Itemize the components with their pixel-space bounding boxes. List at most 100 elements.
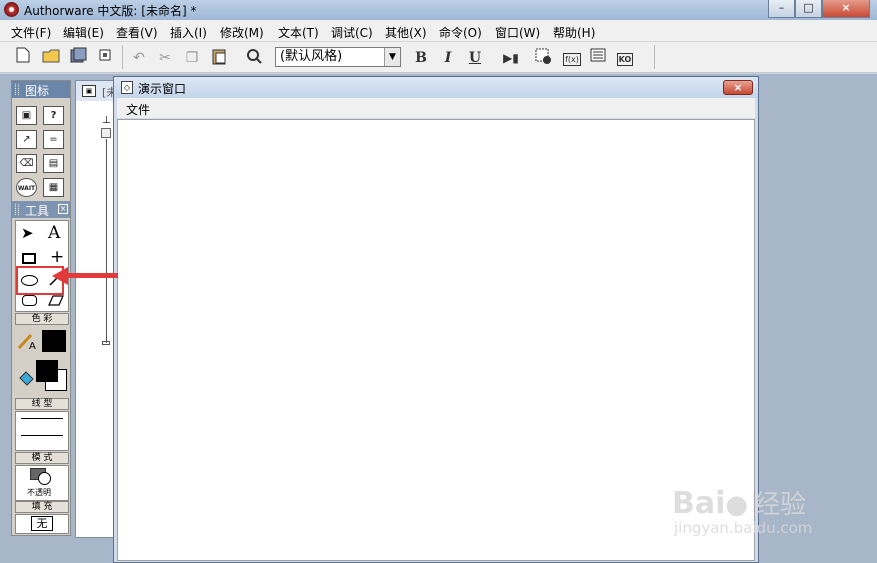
icon-palette-header[interactable]: 图标 <box>12 81 70 98</box>
fill-value: 无 <box>31 516 53 531</box>
open-folder-icon[interactable] <box>40 47 62 69</box>
text-style-select[interactable]: (默认风格) ▼ <box>275 47 401 67</box>
line-style-thin[interactable] <box>21 418 63 419</box>
fill-bucket-icon[interactable] <box>17 370 35 391</box>
annotation-arrow-icon <box>52 267 118 285</box>
mode-value: 不透明 <box>27 488 51 497</box>
pencil-color-icon[interactable]: A <box>17 332 37 353</box>
menu-bar: 文件(F) 编辑(E) 查看(V) 插入(I) 修改(M) 文本(T) 调试(C… <box>0 20 877 42</box>
text-tool-button[interactable]: A <box>48 224 66 242</box>
pointer-tool-icon[interactable]: ➤ <box>21 224 39 242</box>
menu-debug[interactable]: 调试(C) <box>331 24 373 41</box>
menu-command[interactable]: 命令(O) <box>439 24 482 41</box>
text-style-value: (默认风格) <box>280 49 343 64</box>
menu-help[interactable]: 帮助(H) <box>553 24 595 41</box>
presentation-window-title: 演示窗口 <box>138 82 187 96</box>
wait-icon-label: WAIT <box>17 185 36 192</box>
presentation-menu-bar: 文件 <box>117 98 755 118</box>
mode-section-label: 模 式 <box>15 452 69 464</box>
foreground-color-swatch[interactable] <box>36 360 58 382</box>
color-section-label: 色 彩 <box>15 313 69 325</box>
chevron-down-icon[interactable]: ▼ <box>384 48 400 66</box>
watermark-brand-suffix: 经验 <box>754 490 807 520</box>
line-style-medium[interactable] <box>21 435 63 436</box>
tools-palette-title: 工具 <box>25 204 50 218</box>
functions-icon[interactable]: f(x) <box>561 47 583 69</box>
control-panel-icon[interactable] <box>533 47 555 69</box>
erase-icon[interactable]: ⌫ <box>16 154 37 173</box>
app-title: Authorware 中文版: [未命名] * <box>24 4 197 18</box>
polygon-tool-icon[interactable] <box>48 294 64 309</box>
underline-button[interactable]: U <box>464 47 486 69</box>
presentation-close-button[interactable]: × <box>723 80 753 95</box>
movie-icon[interactable]: ▦ <box>43 178 64 197</box>
run-icon[interactable]: ▶▮ <box>500 47 522 69</box>
motion-icon[interactable]: ↗ <box>16 130 37 149</box>
italic-button[interactable]: I <box>437 47 459 69</box>
flowline-icon-marker <box>101 128 111 138</box>
menu-text[interactable]: 文本(T) <box>278 24 319 41</box>
presentation-window-icon: ◇ <box>121 81 133 94</box>
paw-icon: ● <box>725 490 749 520</box>
display-icon[interactable]: ▣ <box>16 106 37 125</box>
mode-panel[interactable]: 不透明 <box>15 465 69 501</box>
presentation-menu-file[interactable]: 文件 <box>126 101 150 118</box>
cut-icon[interactable]: ✂ <box>154 47 176 69</box>
menu-insert[interactable]: 插入(I) <box>170 24 207 41</box>
wait-icon[interactable]: WAIT <box>16 178 37 197</box>
variables-icon[interactable] <box>587 47 609 69</box>
app-logo-icon <box>4 2 19 17</box>
watermark-url: jingyan.baidu.com <box>674 519 813 537</box>
fill-section-label: 填 充 <box>15 501 69 513</box>
toolbar: ↶ ✂ ❐ (默认风格) ▼ B I U ▶▮ f(x) KO <box>0 42 877 73</box>
maximize-button[interactable]: □ <box>795 0 822 18</box>
design-window-title-bar[interactable]: ▣ [未 <box>76 81 118 101</box>
menu-modify[interactable]: 修改(M) <box>220 24 264 41</box>
map-icon[interactable]: ▤ <box>43 154 64 173</box>
undo-icon[interactable]: ↶ <box>128 47 150 69</box>
minimize-button[interactable]: – <box>768 0 795 18</box>
line-style-panel[interactable] <box>15 411 69 451</box>
flowline-end-marker <box>102 341 110 345</box>
baidu-watermark: Bai● 经验 jingyan.baidu.com <box>672 484 812 537</box>
svg-text:A: A <box>29 341 36 350</box>
menu-window[interactable]: 窗口(W) <box>495 24 540 41</box>
menu-other[interactable]: 其他(X) <box>385 24 427 41</box>
save-all-icon[interactable] <box>68 47 90 69</box>
tools-palette-close-icon[interactable]: × <box>58 204 68 214</box>
flowline[interactable] <box>106 139 107 343</box>
paste-icon[interactable] <box>208 47 230 69</box>
knowledge-objects-icon[interactable]: KO <box>614 47 636 69</box>
copy-icon[interactable]: ❐ <box>181 47 203 69</box>
new-file-icon[interactable] <box>12 47 34 69</box>
line-style-section-label: 线 型 <box>15 398 69 410</box>
icon-palette-title: 图标 <box>25 84 50 98</box>
flowline-start-marker: ⊥ <box>102 115 111 126</box>
tools-palette-header[interactable]: 工具 × <box>12 201 70 218</box>
find-icon[interactable] <box>243 47 265 69</box>
app-title-bar[interactable]: Authorware 中文版: [未命名] * – □ × <box>0 0 877 20</box>
close-button[interactable]: × <box>822 0 870 18</box>
line-color-swatch[interactable] <box>42 330 66 352</box>
presentation-canvas[interactable] <box>117 119 755 561</box>
toolbar-separator <box>122 45 123 69</box>
presentation-window-title-bar[interactable]: ◇ 演示窗口 × <box>114 77 758 98</box>
toolbar-separator <box>654 45 655 69</box>
icon-palette: 图标 ▣ ? ↗ = ⌫ ▤ WAIT ▦ 工具 × ➤ A + 色 彩 A 线… <box>11 80 71 536</box>
menu-file[interactable]: 文件(F) <box>11 24 51 41</box>
import-icon[interactable] <box>94 47 116 69</box>
rounded-rectangle-tool-icon[interactable] <box>22 295 37 306</box>
decision-icon[interactable]: ? <box>43 106 64 125</box>
fill-panel[interactable]: 无 <box>15 514 69 534</box>
calculation-icon[interactable]: = <box>43 130 64 149</box>
watermark-brand: Bai <box>672 486 726 521</box>
menu-view[interactable]: 查看(V) <box>116 24 158 41</box>
presentation-window[interactable]: ◇ 演示窗口 × 文件 <box>113 76 759 563</box>
rectangle-tool-icon[interactable] <box>22 253 36 264</box>
functions-label: f(x) <box>563 53 581 66</box>
menu-edit[interactable]: 编辑(E) <box>63 24 104 41</box>
design-window-icon: ▣ <box>82 85 96 97</box>
knowledge-objects-label: KO <box>616 53 634 66</box>
opaque-mode-circle-icon <box>38 472 51 485</box>
bold-button[interactable]: B <box>410 47 432 69</box>
